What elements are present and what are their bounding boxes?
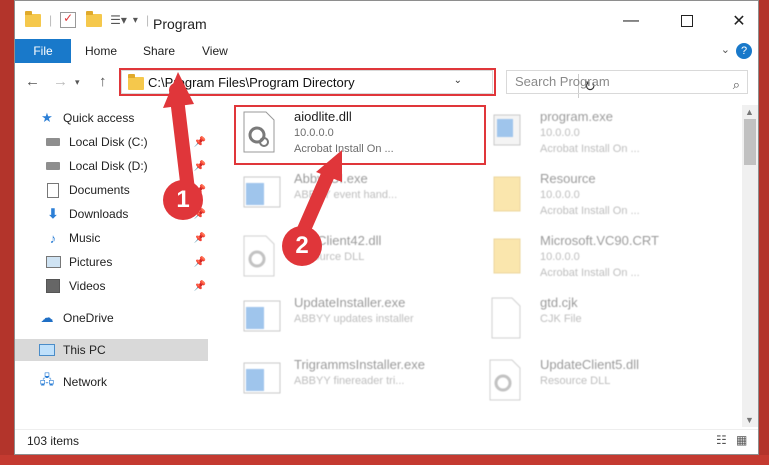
- callout-badge-two: 2: [282, 226, 322, 266]
- arrow-two: [295, 163, 337, 241]
- annotation-arrows: [163, 72, 342, 241]
- arrow-one-head: [163, 72, 194, 108]
- callout-badge-one: 1: [163, 180, 203, 220]
